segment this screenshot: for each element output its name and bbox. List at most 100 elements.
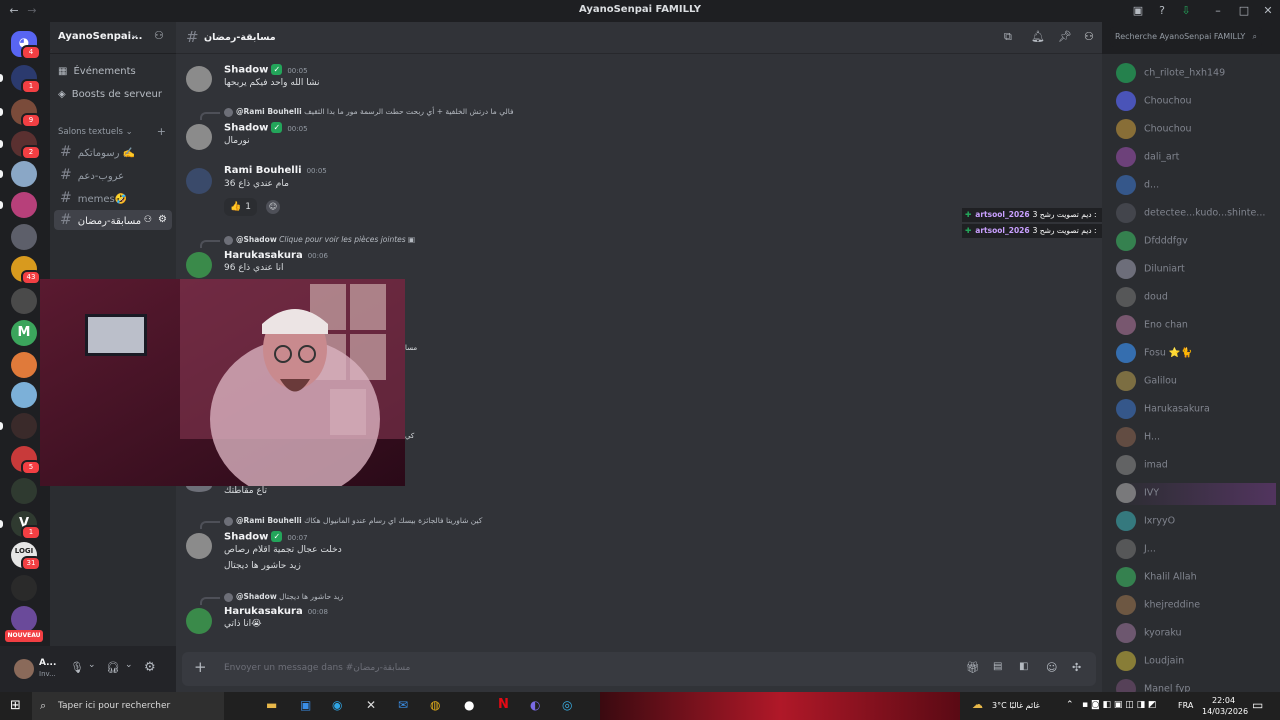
reply-preview[interactable]: @Shadow زيد حاشور ها ديجتال (224, 592, 343, 602)
emoji-icon[interactable]: ☺ (1046, 661, 1057, 674)
server-icon[interactable] (11, 606, 37, 632)
sticker-icon[interactable]: ◧ (1019, 661, 1028, 672)
server-icon[interactable]: 43 (11, 256, 41, 285)
reply-preview[interactable]: @Rami Bouhelli فالي ما درتش الخلفية + أي… (224, 107, 514, 117)
member-item[interactable]: Harukasakura (1116, 399, 1276, 421)
clock-time[interactable]: 22:04 (1212, 696, 1235, 705)
member-item[interactable]: IVY (1116, 483, 1276, 505)
member-item[interactable]: Fosu ⭐🐈 (1116, 343, 1276, 365)
gift-icon[interactable]: 🎁︎ (966, 661, 980, 674)
reply-preview[interactable]: @Shadow Clique pour voir les pièces join… (224, 235, 415, 245)
member-item[interactable]: Loudjain (1116, 651, 1276, 673)
channel-item[interactable]: # رسوماتكم ✍️ (54, 142, 172, 162)
channel-item[interactable]: # عروب-دعم (54, 165, 172, 185)
taskbar-search[interactable]: ⌕ Taper ici pour rechercher (32, 692, 224, 720)
member-item[interactable]: ch_rilote_hxh149 (1116, 63, 1276, 85)
file-explorer-icon[interactable]: ▬ (266, 698, 277, 712)
app-icon[interactable]: ✕ (366, 698, 376, 712)
member-item[interactable]: khejreddine (1116, 595, 1276, 617)
username[interactable]: Harukasakura (224, 606, 303, 617)
microphone-icon[interactable]: 🎙︎ (70, 661, 84, 674)
headphones-icon[interactable]: 🎧︎ (106, 661, 120, 674)
chevron-down-icon[interactable]: ⌄ (88, 660, 96, 670)
server-icon[interactable]: M (11, 320, 37, 346)
username[interactable]: Shadow (224, 532, 268, 543)
server-icon[interactable] (11, 288, 37, 314)
minimize-icon[interactable]: – (1210, 3, 1226, 19)
member-item[interactable]: kyoraku (1116, 623, 1276, 645)
edge-icon[interactable]: ◉ (332, 698, 342, 712)
add-attachment-icon[interactable]: + (194, 658, 207, 676)
netflix-icon[interactable]: N (498, 697, 509, 712)
discord-icon[interactable]: ◐ (530, 698, 540, 712)
tray-icons[interactable]: ▪ ◙ ◧ ▣ ◫ ◨ ◩ (1082, 700, 1157, 710)
pin-icon[interactable]: 📌︎ (1058, 30, 1072, 43)
language-indicator[interactable]: FRA (1178, 701, 1193, 710)
member-item[interactable]: dali_art (1116, 147, 1276, 169)
channel-item[interactable]: # مسابقة-رمضان ⚇ ⚙ (54, 210, 172, 230)
chevron-down-icon[interactable]: ⌄ (125, 660, 133, 670)
member-item[interactable]: Diluniart (1116, 259, 1276, 281)
server-icon[interactable] (0, 161, 37, 187)
member-item[interactable]: Dfdddfgv (1116, 231, 1276, 253)
download-icon[interactable]: ⇩ (1178, 3, 1194, 19)
notification-icon[interactable]: ▭ (1252, 698, 1263, 712)
search-input[interactable]: Recherche AyanoSenpai FAMILLY ⌕ (1110, 27, 1262, 47)
avatar[interactable] (186, 168, 212, 194)
member-item[interactable]: doud (1116, 287, 1276, 309)
username[interactable]: Rami Bouhelli (224, 165, 302, 176)
category-header[interactable]: Salons textuels ⌄ + (58, 125, 174, 138)
gear-icon[interactable]: ⚙ (158, 210, 167, 230)
settings-gear-icon[interactable]: ⚙ (144, 660, 156, 675)
chevron-up-icon[interactable]: ⌃ (1066, 700, 1074, 710)
avatar[interactable] (14, 659, 34, 679)
avatar[interactable] (186, 124, 212, 150)
add-channel-icon[interactable]: + (157, 125, 166, 138)
message-composer[interactable]: + Envoyer un message dans #مسابقة-رمضان … (182, 652, 1096, 686)
server-icon[interactable] (11, 478, 37, 504)
member-item[interactable]: Chouchou (1116, 91, 1276, 113)
app-icon[interactable]: ◎ (562, 698, 572, 712)
username[interactable]: Shadow (224, 123, 268, 134)
gif-icon[interactable]: ▤ (993, 661, 1002, 672)
maximize-icon[interactable]: □ (1236, 3, 1252, 19)
member-item[interactable]: H... (1116, 427, 1276, 449)
server-icon[interactable] (11, 224, 37, 250)
apps-icon[interactable]: ✣ (1072, 661, 1081, 674)
member-item[interactable]: detectee...kudo...shinte... (1116, 203, 1276, 225)
chrome-icon[interactable]: ◍ (430, 698, 440, 712)
reply-preview[interactable]: @Rami Bouhelli كين شاوريتا فالجائزة بيسك… (224, 516, 482, 526)
add-reaction-icon[interactable]: ☺ (266, 200, 280, 214)
server-icon[interactable]: V1 (0, 511, 41, 540)
member-item[interactable]: d... (1116, 175, 1276, 197)
events-link[interactable]: ▦ Événements (58, 62, 174, 82)
server-icon[interactable]: 1 (0, 65, 41, 94)
add-member-icon[interactable]: ⚇ (144, 210, 152, 230)
members-icon[interactable]: ⚇ (1084, 30, 1094, 43)
server-icon[interactable]: ◕ 4 (11, 31, 41, 60)
avatar[interactable] (186, 608, 212, 634)
member-item[interactable]: Eno chan (1116, 315, 1276, 337)
member-item[interactable]: Chouchou (1116, 119, 1276, 141)
bell-icon[interactable]: 🔔︎ (1031, 30, 1045, 43)
server-icon[interactable]: LOGI 31 (11, 542, 41, 571)
boosts-link[interactable]: ◈ Boosts de serveur (58, 85, 174, 105)
inbox-icon[interactable]: ▣ (1130, 3, 1146, 19)
username[interactable]: Harukasakura (224, 250, 303, 261)
username[interactable]: Shadow (224, 65, 268, 76)
server-icon[interactable]: 2 (0, 131, 41, 160)
reaction-pill[interactable]: 👍 1 (224, 198, 257, 216)
server-icon[interactable]: 5 (11, 446, 41, 475)
avatar[interactable] (186, 252, 212, 278)
invite-icon[interactable]: ⚇ (154, 29, 164, 42)
member-item[interactable]: IxryyO (1116, 511, 1276, 533)
channel-item[interactable]: # memes🤣 (54, 188, 172, 208)
server-icon[interactable] (0, 413, 37, 439)
threads-icon[interactable]: ⧉ (1004, 30, 1012, 44)
member-item[interactable]: J... (1116, 539, 1276, 561)
server-icon[interactable] (11, 382, 37, 408)
app-icon[interactable]: ● (464, 698, 474, 712)
avatar[interactable] (186, 533, 212, 559)
server-icon[interactable]: 9 (0, 99, 41, 128)
store-icon[interactable]: ▣ (300, 698, 311, 712)
